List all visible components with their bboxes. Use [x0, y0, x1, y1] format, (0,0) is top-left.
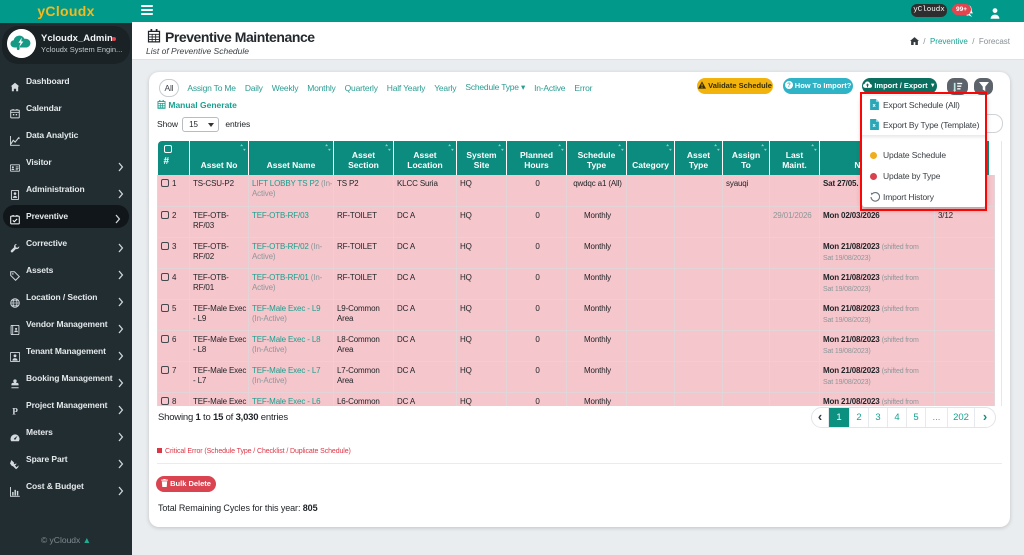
- svg-text:P: P: [12, 407, 18, 415]
- svg-text:?: ?: [787, 83, 791, 89]
